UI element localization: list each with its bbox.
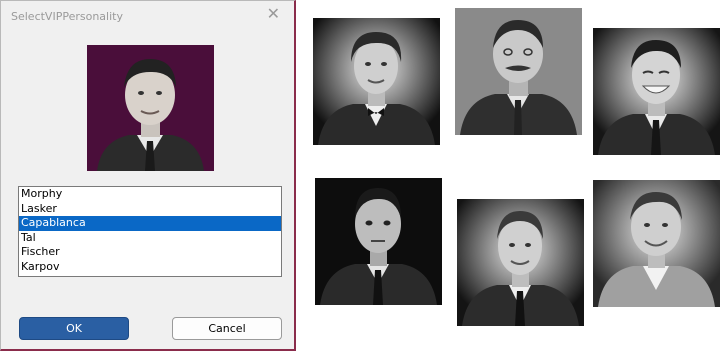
title-bar: SelectVIPPersonality ✕ (1, 1, 294, 33)
list-item-selected[interactable]: Capablanca (19, 216, 281, 231)
list-item[interactable]: Fischer (19, 245, 281, 260)
dialog-title: SelectVIPPersonality (11, 10, 123, 23)
tal-portrait (315, 178, 442, 305)
list-item[interactable]: Lasker (19, 202, 281, 217)
morphy-portrait (313, 18, 440, 145)
capablanca-portrait (593, 28, 720, 155)
fischer-portrait (457, 199, 584, 326)
lasker-portrait (455, 8, 582, 135)
personality-listbox[interactable]: Morphy Lasker Capablanca Tal Fischer Kar… (18, 186, 282, 277)
list-item[interactable]: Morphy (19, 187, 281, 202)
selected-personality-preview (87, 45, 214, 171)
cancel-button[interactable]: Cancel (172, 317, 282, 340)
close-icon[interactable]: ✕ (267, 4, 280, 23)
list-item[interactable]: Karpov (19, 260, 281, 275)
ok-button[interactable]: OK (19, 317, 129, 340)
select-vip-personality-dialog: SelectVIPPersonality ✕ Morphy Lasker Cap… (0, 0, 296, 351)
list-item[interactable]: Tal (19, 231, 281, 246)
karpov-portrait (593, 180, 720, 307)
